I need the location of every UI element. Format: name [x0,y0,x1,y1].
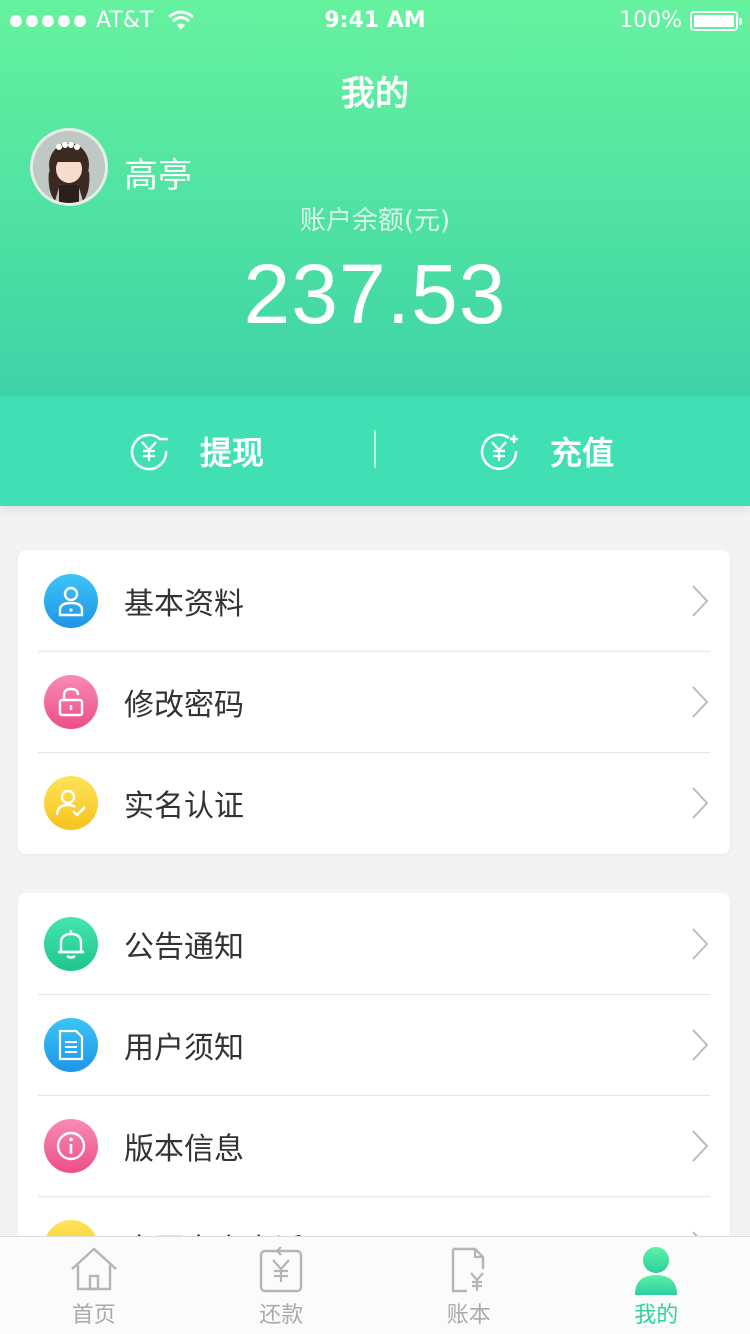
menu-item-change-password[interactable]: 修改密码 [18,651,730,752]
chevron-right-icon [692,685,709,718]
menu-item-real-name-verify[interactable]: 实名认证 [18,752,730,853]
info-icon [44,1118,98,1173]
recharge-icon [480,433,518,471]
tab-label: 还款 [259,1303,304,1328]
chevron-right-icon [692,1129,709,1162]
info-menu-card: 公告通知 用户须知 版本信息 [18,893,730,1293]
tab-ledger[interactable]: 账本 [375,1237,563,1334]
status-bar: AT&T 9:41 AM 100% [0,0,750,40]
tab-profile[interactable]: 我的 [563,1237,750,1334]
menu-item-announcements[interactable]: 公告通知 [18,893,730,994]
withdraw-button[interactable]: 提现 [128,396,264,506]
tab-label: 账本 [446,1303,491,1328]
menu-item-basic-info[interactable]: 基本资料 [18,550,730,651]
balance-amount: 237.53 [243,247,507,341]
battery-icon [690,10,742,31]
menu-item-label: 修改密码 [124,687,244,723]
menu-item-version-info[interactable]: 版本信息 [18,1095,730,1196]
document-icon [44,1017,98,1072]
account-menu-card: 基本资料 修改密码 实名认证 [18,550,730,854]
person-icon [44,573,98,628]
repay-icon [260,1246,303,1293]
chevron-right-icon [692,927,709,960]
menu-item-user-notice[interactable]: 用户须知 [18,994,730,1095]
avatar-image [33,131,105,203]
tab-label: 我的 [634,1303,679,1328]
menu-item-label: 基本资料 [124,586,244,622]
balance-label: 账户余额(元) [299,206,451,236]
tab-home[interactable]: 首页 [0,1237,188,1334]
profile-icon [635,1247,678,1295]
chevron-right-icon [692,1028,709,1061]
profile-header: AT&T 9:41 AM 100% 我的 高亭 账户余额(元) 237.53 [0,0,750,396]
menu-item-label: 用户须知 [124,1030,244,1066]
recharge-button[interactable]: 充值 [478,396,614,506]
page-title: 我的 [341,74,409,114]
wallet-action-bar: 提现 充值 [0,396,750,506]
lock-icon [44,674,98,729]
recharge-label: 充值 [550,434,615,472]
username: 高亭 [124,156,192,196]
home-icon [70,1247,117,1291]
menu-item-label: 公告通知 [124,929,244,965]
ledger-icon [451,1247,484,1293]
battery-area: 100% [619,8,742,33]
menu-item-label: 实名认证 [124,788,244,824]
avatar[interactable] [30,128,108,206]
battery-percent: 100% [619,8,682,33]
chevron-right-icon [692,786,709,819]
tab-repay[interactable]: 还款 [188,1237,376,1334]
tab-label: 首页 [71,1303,116,1328]
verify-user-icon [44,775,98,830]
tab-bar: 首页 还款 账本 我的 [0,1236,750,1334]
chevron-right-icon [692,584,709,617]
withdraw-label: 提现 [200,434,265,472]
menu-item-label: 版本信息 [124,1131,244,1167]
action-divider [374,430,376,468]
bell-icon [44,916,98,971]
withdraw-icon [130,433,168,471]
